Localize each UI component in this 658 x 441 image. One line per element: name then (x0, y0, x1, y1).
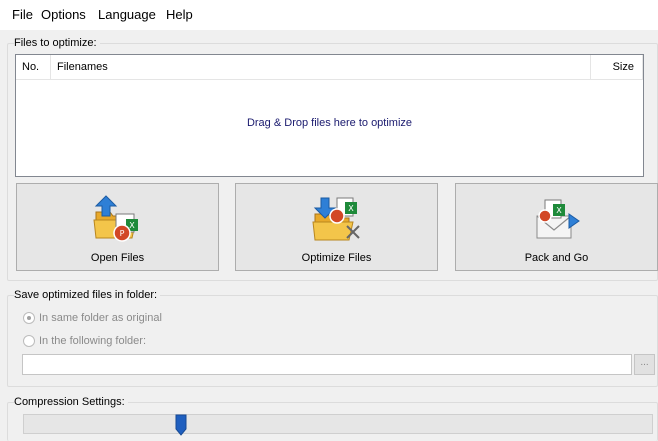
browse-folder-button[interactable]: ... (634, 354, 655, 375)
radio-same-folder[interactable]: In same folder as original (23, 312, 162, 324)
optimize-files-button[interactable]: X Optimize Files (235, 183, 438, 271)
radio-same-folder-indicator[interactable] (23, 312, 35, 324)
menu-help[interactable]: Help (166, 7, 193, 22)
column-header-no[interactable]: No. (16, 55, 51, 80)
compression-group-title: Compression Settings: (14, 396, 128, 408)
envelope-pack-icon: X (531, 194, 583, 244)
radio-same-folder-label: In same folder as original (39, 312, 162, 324)
file-list[interactable]: No. Filenames Size Drag & Drop files her… (15, 54, 644, 177)
radio-following-folder-indicator[interactable] (23, 335, 35, 347)
compression-slider-track[interactable] (23, 414, 653, 434)
files-group-title: Files to optimize: (14, 37, 100, 49)
menu-options[interactable]: Options (41, 7, 86, 22)
pack-and-go-label: Pack and Go (524, 252, 589, 264)
svg-text:P: P (119, 229, 124, 238)
svg-text:X: X (129, 221, 135, 230)
compression-slider-thumb[interactable] (175, 414, 187, 436)
drop-hint: Drag & Drop files here to optimize (246, 117, 413, 129)
menu-file[interactable]: File (12, 7, 33, 22)
open-folder-icon: X P (92, 194, 144, 244)
menu-bar: File Options Language Help (0, 0, 658, 30)
save-folder-group-title: Save optimized files in folder: (14, 289, 161, 301)
radio-following-folder[interactable]: In the following folder: (23, 335, 146, 347)
open-files-label: Open Files (90, 252, 145, 264)
open-files-button[interactable]: X P Open Files (16, 183, 219, 271)
radio-following-folder-label: In the following folder: (39, 335, 147, 347)
svg-text:X: X (556, 206, 562, 215)
optimize-files-label: Optimize Files (301, 252, 372, 264)
column-header-filenames[interactable]: Filenames (51, 55, 591, 80)
folder-path-input[interactable] (22, 354, 632, 375)
pack-and-go-button[interactable]: X Pack and Go (455, 183, 658, 271)
svg-text:X: X (348, 204, 354, 213)
column-header-size[interactable]: Size (591, 55, 643, 80)
optimize-folder-icon: X (311, 194, 363, 244)
menu-language[interactable]: Language (98, 7, 156, 22)
